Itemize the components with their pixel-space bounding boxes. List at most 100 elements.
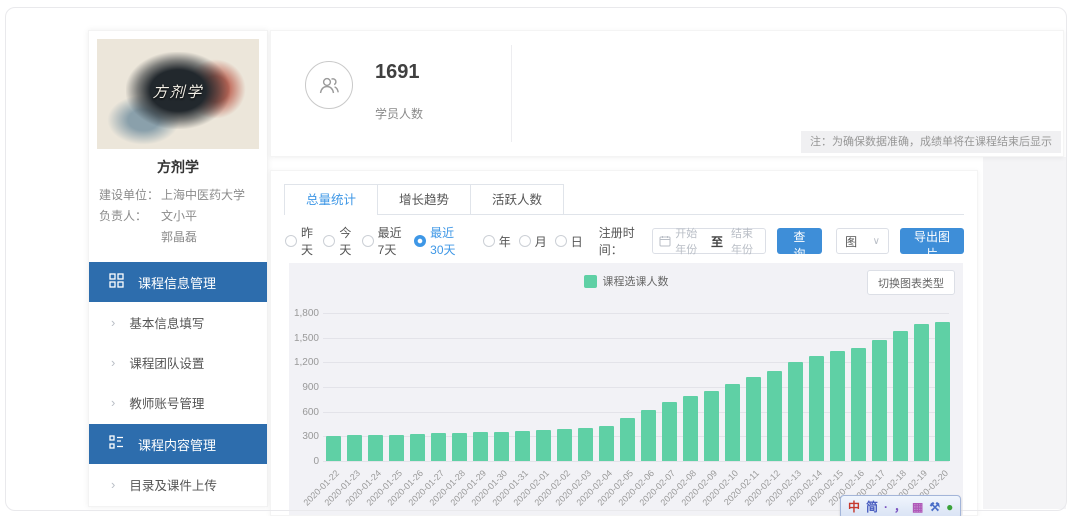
chart-plot-area: 03006009001,2001,5001,8002020-01-222020-…	[289, 263, 963, 515]
chart-type-select[interactable]: 图 ∨	[836, 228, 889, 254]
date-separator: 至	[711, 233, 723, 250]
chart-gridline	[323, 461, 949, 462]
enrollment-chart: 课程选课人数 切换图表类型 03006009001,2001,5001,8002…	[289, 263, 963, 515]
bar-2020-02-06[interactable]	[641, 410, 656, 461]
y-axis-tick: 0	[289, 456, 319, 467]
ime-language-bar[interactable]: 中简 · ， ▦ ⚒ ●	[840, 495, 961, 516]
date-start-placeholder: 开始年份	[675, 225, 703, 257]
bar-2020-02-07[interactable]	[662, 402, 677, 461]
bar-slot	[617, 313, 638, 461]
range-radio-最近7天[interactable]: 最近7天	[362, 224, 406, 258]
bar-2020-02-02[interactable]	[557, 429, 572, 461]
info-label	[99, 229, 161, 246]
sidebar-item-教师账号管理[interactable]: ›教师账号管理	[89, 382, 267, 422]
tab-总量统计[interactable]: 总量统计	[284, 184, 377, 215]
y-axis-tick: 1,800	[289, 308, 319, 319]
bar-slot	[365, 313, 386, 461]
chevron-right-icon: ›	[111, 315, 115, 330]
bar-2020-02-14[interactable]	[809, 356, 824, 461]
bar-2020-02-08[interactable]	[683, 396, 698, 461]
help-globe-icon[interactable]: ●	[946, 501, 953, 513]
bar-slot	[323, 313, 344, 461]
sidebar-item-label: 目录及课件上传	[129, 475, 217, 494]
sidebar-item-label: 课程团队设置	[129, 353, 204, 372]
radio-circle-icon	[519, 235, 531, 247]
bar-slot	[764, 313, 785, 461]
chart-type-selected-value: 图	[845, 233, 857, 250]
bar-slot	[491, 313, 512, 461]
info-value: 上海中医药大学	[161, 187, 245, 204]
bar-2020-02-11[interactable]	[746, 377, 761, 461]
bar-slot	[638, 313, 659, 461]
sidebar-item-课程团队设置[interactable]: ›课程团队设置	[89, 342, 267, 382]
range-radio-今天[interactable]: 今天	[323, 224, 353, 258]
bar-2020-01-30[interactable]	[494, 432, 509, 461]
bar-2020-01-26[interactable]	[410, 434, 425, 461]
bar-slot	[932, 313, 953, 461]
bar-2020-02-09[interactable]	[704, 391, 719, 461]
sidebar-section-课程信息管理[interactable]: 课程信息管理	[89, 262, 267, 302]
bar-slot	[407, 313, 428, 461]
bar-slot	[743, 313, 764, 461]
bar-2020-02-20[interactable]	[935, 322, 950, 461]
bar-2020-02-03[interactable]	[578, 428, 593, 461]
bar-2020-01-28[interactable]	[452, 433, 467, 461]
student-count-value: 1691	[375, 61, 423, 83]
bar-slot	[596, 313, 617, 461]
register-date-range-input[interactable]: 开始年份 至 结束年份	[652, 228, 766, 254]
grid-icon	[109, 273, 138, 291]
granularity-radio-月[interactable]: 月	[519, 233, 547, 250]
bar-slot	[533, 313, 554, 461]
course-info-row: 郭晶磊	[99, 229, 257, 246]
bar-2020-02-10[interactable]	[725, 384, 740, 461]
bar-2020-02-15[interactable]	[830, 351, 845, 461]
bar-2020-02-13[interactable]	[788, 362, 803, 461]
statistics-card: 总量统计增长趋势活跃人数 昨天今天最近7天最近30天 年月日 注册时间： 开始年…	[270, 170, 978, 516]
granularity-radio-年[interactable]: 年	[483, 233, 511, 250]
bar-2020-01-23[interactable]	[347, 435, 362, 461]
bar-2020-01-31[interactable]	[515, 431, 530, 461]
bar-2020-02-16[interactable]	[851, 348, 866, 461]
tab-增长趋势[interactable]: 增长趋势	[377, 184, 470, 214]
course-title: 方剂学	[89, 157, 267, 177]
range-radio-昨天[interactable]: 昨天	[285, 224, 315, 258]
sidebar-item-目录及课件上传[interactable]: › 目录及课件上传	[89, 464, 267, 504]
bar-slot	[449, 313, 470, 461]
bar-2020-02-18[interactable]	[893, 331, 908, 461]
bar-2020-02-04[interactable]	[599, 426, 614, 461]
date-end-placeholder: 结束年份	[731, 225, 759, 257]
range-radio-最近30天[interactable]: 最近30天	[414, 224, 464, 258]
sidebar-section-课程内容管理[interactable]: 课程内容管理	[89, 424, 267, 464]
export-image-button[interactable]: 导出图片	[900, 228, 964, 254]
bar-2020-01-27[interactable]	[431, 433, 446, 461]
course-info: 建设单位：上海中医药大学负责人：文小平郭晶磊	[89, 187, 267, 260]
sidebar-section-label: 课程信息管理	[138, 273, 216, 292]
tab-活跃人数[interactable]: 活跃人数	[470, 184, 564, 214]
bar-2020-02-17[interactable]	[872, 340, 887, 461]
bar-2020-02-19[interactable]	[914, 324, 929, 461]
bar-2020-01-24[interactable]	[368, 435, 383, 461]
bar-2020-01-22[interactable]	[326, 436, 341, 461]
y-axis-tick: 600	[289, 407, 319, 418]
bar-slot	[722, 313, 743, 461]
tool-wrench-icon[interactable]: ⚒	[929, 501, 940, 513]
radio-circle-icon	[483, 235, 495, 247]
bar-2020-01-29[interactable]	[473, 432, 488, 461]
chevron-right-icon: ›	[111, 477, 115, 492]
granularity-radio-日[interactable]: 日	[555, 233, 583, 250]
bar-2020-01-25[interactable]	[389, 435, 404, 461]
student-count-label: 学员人数	[375, 105, 423, 122]
punctuation-icon[interactable]: ，	[894, 501, 906, 513]
bar-2020-02-01[interactable]	[536, 430, 551, 461]
course-thumbnail-text: 方剂学	[97, 81, 259, 102]
bar-2020-02-05[interactable]	[620, 418, 635, 461]
half-shape-icon[interactable]: ·	[884, 501, 888, 513]
simplified-icon[interactable]: 简	[866, 501, 878, 513]
bar-2020-02-12[interactable]	[767, 371, 782, 461]
chinese-mode-icon[interactable]: 中	[848, 501, 860, 513]
radio-circle-icon	[285, 235, 297, 247]
chevron-down-icon: ∨	[873, 236, 880, 247]
soft-keyboard-icon[interactable]: ▦	[912, 501, 923, 513]
sidebar-item-基本信息填写[interactable]: ›基本信息填写	[89, 302, 267, 342]
query-button[interactable]: 查询	[777, 228, 822, 254]
